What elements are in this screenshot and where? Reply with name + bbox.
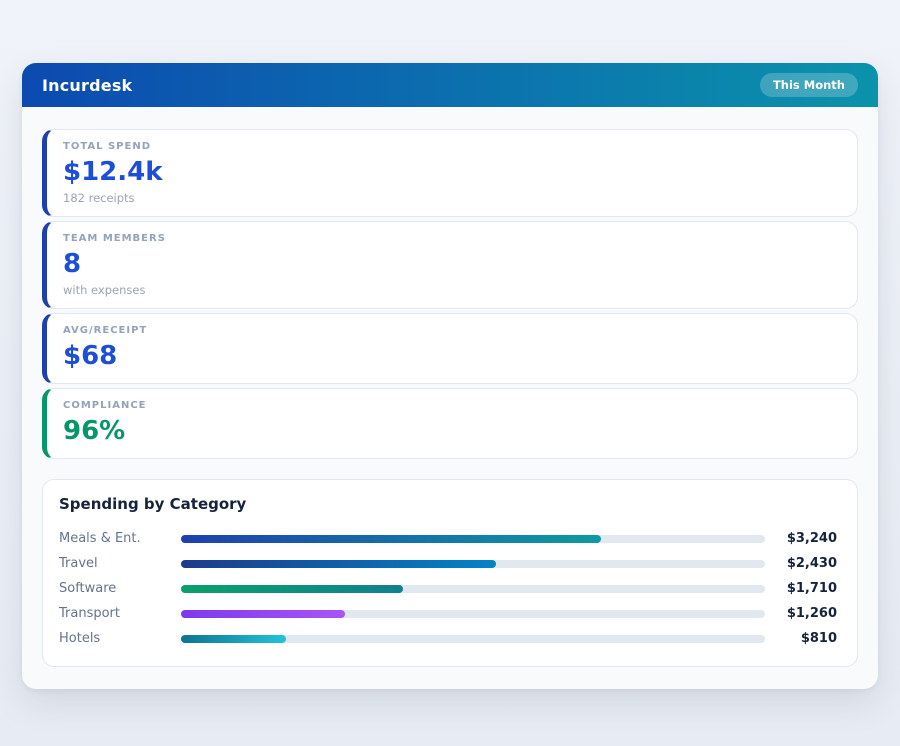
app-header: Incurdesk This Month [22,63,878,107]
bar-track [181,585,765,593]
bar-fill [181,585,403,593]
stat-subtext: 182 receipts [63,191,841,205]
chart-row-transport: Transport $1,260 [59,601,837,626]
stat-value: 8 [63,249,841,280]
bar-fill [181,535,601,543]
stat-label: COMPLIANCE [63,400,841,411]
stat-subtext: with expenses [63,283,841,297]
chart-row-hotels: Hotels $810 [59,626,837,651]
stat-value: $12.4k [63,157,841,188]
chart-row-meals: Meals & Ent. $3,240 [59,526,837,551]
app-title: Incurdesk [42,76,132,95]
bar-track [181,560,765,568]
stat-label: TEAM MEMBERS [63,233,841,244]
category-label: Meals & Ent. [59,531,171,546]
stat-card-total-spend: TOTAL SPEND $12.4k 182 receipts [42,129,858,217]
spending-chart-card: Spending by Category Meals & Ent. $3,240… [42,479,858,667]
bar-track [181,635,765,643]
category-value: $1,260 [775,606,837,621]
stat-label: AVG/RECEIPT [63,325,841,336]
bar-track [181,610,765,618]
bar-track [181,535,765,543]
stat-value: 96% [63,416,841,447]
chart-title: Spending by Category [59,495,837,513]
period-badge[interactable]: This Month [760,73,858,97]
stat-value: $68 [63,341,841,372]
chart-row-travel: Travel $2,430 [59,551,837,576]
category-value: $3,240 [775,531,837,546]
stat-label: TOTAL SPEND [63,141,841,152]
stat-card-compliance: COMPLIANCE 96% [42,388,858,459]
category-value: $1,710 [775,581,837,596]
bar-fill [181,635,286,643]
bar-fill [181,560,496,568]
category-label: Travel [59,556,171,571]
category-value: $810 [775,631,837,646]
bar-fill [181,610,345,618]
category-label: Transport [59,606,171,621]
dashboard-panel: Incurdesk This Month TOTAL SPEND $12.4k … [22,63,878,689]
stat-card-team-members: TEAM MEMBERS 8 with expenses [42,221,858,309]
dashboard-body: TOTAL SPEND $12.4k 182 receipts TEAM MEM… [22,107,878,689]
category-label: Software [59,581,171,596]
chart-row-software: Software $1,710 [59,576,837,601]
category-value: $2,430 [775,556,837,571]
stat-card-avg-receipt: AVG/RECEIPT $68 [42,313,858,384]
page-background: { "header": { "title": "Incurdesk", "per… [0,0,900,746]
category-label: Hotels [59,631,171,646]
